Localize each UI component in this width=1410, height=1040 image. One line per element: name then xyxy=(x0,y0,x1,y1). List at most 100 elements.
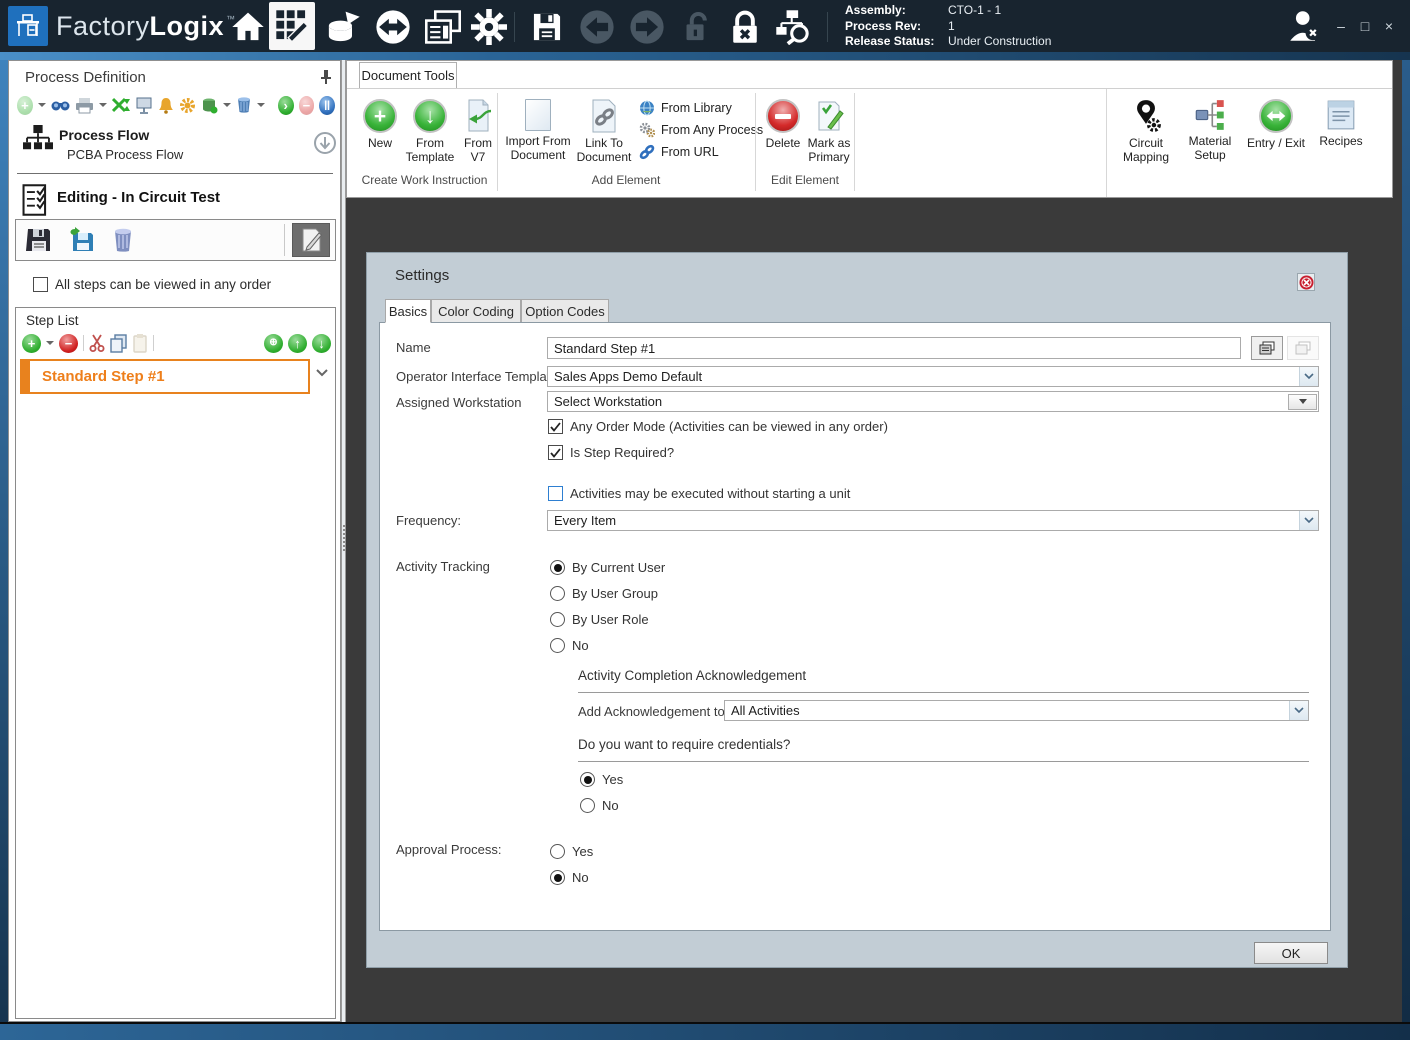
dialog-close-button[interactable] xyxy=(1297,273,1315,291)
save-step-button[interactable] xyxy=(20,223,58,257)
move-up-icon[interactable]: ↑ xyxy=(288,333,307,353)
delete-step-button[interactable] xyxy=(104,223,142,257)
collapse-circle-icon[interactable] xyxy=(313,131,337,155)
approval-no-radio[interactable] xyxy=(550,870,565,885)
paste-name-button[interactable] xyxy=(1287,336,1319,360)
settings-nav-button[interactable] xyxy=(466,4,512,50)
tab-document-tools[interactable]: Document Tools xyxy=(359,62,457,88)
pin-icon[interactable] xyxy=(319,69,333,85)
print-dropdown-icon[interactable] xyxy=(98,103,107,107)
print-icon[interactable] xyxy=(75,97,94,114)
lock-release-button[interactable] xyxy=(722,4,768,50)
remove-step-icon[interactable]: − xyxy=(59,333,78,353)
shuffle-icon[interactable] xyxy=(111,97,130,113)
minimize-button[interactable]: – xyxy=(1330,16,1352,38)
from-template-button[interactable]: ↓ From Template xyxy=(403,95,457,164)
maximize-button[interactable]: □ xyxy=(1354,16,1376,38)
home-nav-button[interactable] xyxy=(225,4,271,50)
operator-interface-template-select[interactable]: Sales Apps Demo Default xyxy=(547,366,1319,387)
pause-icon[interactable]: ‖ xyxy=(319,95,335,115)
unlock-button[interactable] xyxy=(674,4,720,50)
archive-dropdown-icon[interactable] xyxy=(256,103,265,107)
redo-button[interactable] xyxy=(624,4,670,50)
save-as-button[interactable] xyxy=(62,223,100,257)
step-list-item[interactable]: Standard Step #1 xyxy=(20,359,310,394)
copy-name-button[interactable] xyxy=(1251,336,1283,360)
add-process-icon[interactable]: + xyxy=(17,95,33,115)
import-from-document-button[interactable]: Import From Document xyxy=(505,95,571,162)
move-down-icon[interactable]: ↓ xyxy=(312,333,331,353)
by-user-role-radio[interactable] xyxy=(550,612,565,627)
tracking-no-radio[interactable] xyxy=(550,638,565,653)
name-input[interactable] xyxy=(547,337,1241,359)
new-work-instruction-button[interactable]: + New xyxy=(359,95,401,150)
copy-icon[interactable] xyxy=(110,333,127,353)
add-acknowledgement-select[interactable]: All Activities xyxy=(724,700,1309,721)
process-rev-label: Process Rev: xyxy=(845,18,922,33)
any-order-mode-checkbox[interactable] xyxy=(548,419,563,434)
without-unit-checkbox[interactable] xyxy=(548,486,563,501)
process-toolbar: + › − ‖ xyxy=(17,93,335,117)
go-icon[interactable]: › xyxy=(277,95,294,115)
new-label: New xyxy=(367,136,392,150)
entry-exit-label: Entry / Exit xyxy=(1246,136,1305,150)
from-v7-button[interactable]: From V7 xyxy=(459,95,497,164)
name-label: Name xyxy=(396,340,431,355)
dropdown-button[interactable] xyxy=(1288,393,1317,410)
process-audit-button[interactable] xyxy=(770,4,816,50)
approval-yes-radio[interactable] xyxy=(550,844,565,859)
export-data-icon[interactable] xyxy=(201,97,218,114)
all-steps-any-order-label: All steps can be viewed in any order xyxy=(55,277,272,292)
logout-user-button[interactable] xyxy=(1284,6,1326,46)
add-dropdown-icon[interactable] xyxy=(37,103,46,107)
materials-nav-button[interactable] xyxy=(320,4,366,50)
stop-icon[interactable]: − xyxy=(298,95,315,115)
material-setup-button[interactable]: Material Setup xyxy=(1183,95,1237,162)
process-definition-nav-button[interactable] xyxy=(269,2,315,50)
from-any-process-button[interactable]: From Any Process xyxy=(639,119,763,141)
ok-button[interactable]: OK xyxy=(1254,942,1328,964)
cut-icon[interactable] xyxy=(89,334,105,352)
save-button[interactable] xyxy=(524,4,570,50)
close-button[interactable]: × xyxy=(1378,16,1400,38)
edit-mode-toggle-button[interactable] xyxy=(292,223,330,257)
bell-icon[interactable] xyxy=(158,97,174,114)
windows-copy-icon xyxy=(1259,341,1275,355)
mark-as-primary-button[interactable]: Mark as Primary xyxy=(807,95,851,164)
from-url-button[interactable]: From URL xyxy=(639,141,763,163)
is-step-required-checkbox[interactable] xyxy=(548,445,563,460)
entry-exit-button[interactable]: Entry / Exit xyxy=(1243,95,1309,150)
frequency-select[interactable]: Every Item xyxy=(547,510,1319,531)
ack-value: All Activities xyxy=(731,703,800,718)
documents-nav-button[interactable] xyxy=(420,4,466,50)
link-to-document-button[interactable]: Link To Document xyxy=(573,95,635,164)
archive-icon[interactable] xyxy=(236,96,252,114)
all-steps-any-order-checkbox[interactable] xyxy=(33,277,48,292)
tab-color-coding[interactable]: Color Coding xyxy=(431,299,521,323)
by-current-user-radio[interactable] xyxy=(550,560,565,575)
assigned-workstation-select[interactable]: Select Workstation xyxy=(547,391,1319,412)
undo-button[interactable] xyxy=(574,4,620,50)
by-user-group-radio[interactable] xyxy=(550,586,565,601)
zoom-step-icon[interactable]: ⊕ xyxy=(264,333,283,353)
sync-nav-button[interactable] xyxy=(370,4,416,50)
tab-basics[interactable]: Basics xyxy=(385,299,431,323)
recipes-button[interactable]: Recipes xyxy=(1315,95,1367,148)
presentation-icon[interactable] xyxy=(135,97,153,114)
find-icon[interactable] xyxy=(51,97,70,113)
add-step-icon[interactable]: + xyxy=(22,333,41,353)
add-step-dropdown-icon[interactable] xyxy=(46,341,54,345)
export-dropdown-icon[interactable] xyxy=(222,103,231,107)
divider xyxy=(17,173,333,174)
delete-element-button[interactable]: Delete xyxy=(761,95,805,150)
from-library-button[interactable]: From Library xyxy=(639,97,763,119)
step-expand-chevron-icon[interactable] xyxy=(315,368,329,378)
tab-option-codes[interactable]: Option Codes xyxy=(521,299,609,323)
process-flow-row[interactable]: Process Flow PCBA Process Flow xyxy=(9,123,342,171)
circuit-mapping-button[interactable]: Circuit Mapping xyxy=(1117,95,1175,164)
credentials-no-radio[interactable] xyxy=(580,798,595,813)
ribbon-separator xyxy=(755,93,756,191)
gear-gold-icon[interactable] xyxy=(179,97,196,114)
credentials-yes-radio[interactable] xyxy=(580,772,595,787)
paste-icon[interactable] xyxy=(132,333,148,353)
